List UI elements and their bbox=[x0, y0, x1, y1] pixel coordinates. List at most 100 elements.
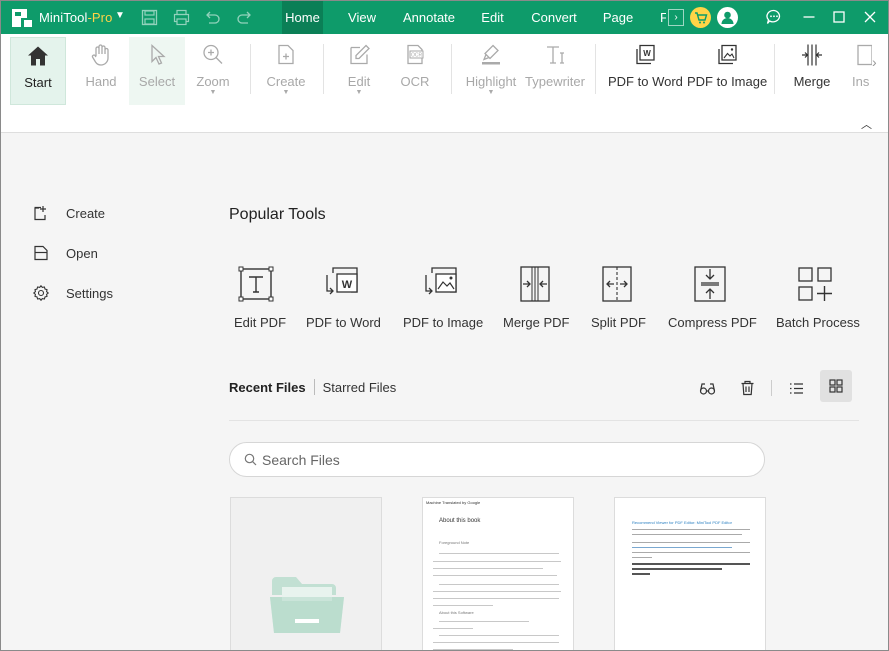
highlight-button[interactable]: Highlight ▼ bbox=[461, 37, 521, 105]
ribbon-separator bbox=[774, 44, 775, 94]
print-icon[interactable] bbox=[173, 9, 190, 26]
ocr-button[interactable]: OCR OCR bbox=[389, 37, 441, 105]
home-icon bbox=[28, 46, 48, 66]
insert-label: Ins bbox=[852, 74, 870, 89]
svg-text:W: W bbox=[342, 279, 353, 291]
minimize-icon[interactable] bbox=[800, 8, 818, 26]
redo-icon[interactable] bbox=[236, 9, 253, 26]
tab-starred-files[interactable]: Starred Files bbox=[323, 380, 397, 395]
tool-batch-process-label: Batch Process bbox=[776, 315, 860, 330]
hand-icon bbox=[91, 44, 109, 66]
start-label: Start bbox=[24, 75, 52, 90]
pdf-to-word-label: PDF to Word bbox=[608, 74, 683, 89]
create-label: Create bbox=[266, 74, 306, 89]
app-window: MiniTool-Pro ▼ Home View Annotate Edit C… bbox=[0, 0, 889, 651]
merge-label: Merge bbox=[793, 74, 831, 89]
hand-button[interactable]: Hand bbox=[73, 37, 129, 105]
file-card-recent-2[interactable]: Recommend Viewer for PDF Editor: MiniToo… bbox=[614, 497, 766, 650]
svg-text:OCR: OCR bbox=[411, 53, 423, 59]
folder-icon bbox=[270, 577, 344, 633]
file-card-recent-1[interactable]: Machine Translated by Google About this … bbox=[422, 497, 574, 650]
typewriter-button[interactable]: Typewriter bbox=[525, 37, 585, 105]
collapse-ribbon-icon[interactable]: ︿ bbox=[861, 116, 872, 132]
insert-button[interactable]: Ins bbox=[846, 37, 872, 105]
zoom-label: Zoom bbox=[196, 74, 230, 89]
compare-files-button[interactable] bbox=[694, 375, 720, 401]
tool-edit-pdf-label: Edit PDF bbox=[234, 315, 287, 330]
user-avatar-icon[interactable] bbox=[717, 7, 738, 28]
ribbon-scroll-right-icon[interactable]: › bbox=[872, 54, 884, 84]
menu-view[interactable]: View bbox=[344, 1, 380, 34]
doc3-title: Recommend Viewer for PDF Editor: MiniToo… bbox=[632, 520, 732, 525]
tool-edit-pdf[interactable]: Edit PDF bbox=[234, 265, 287, 330]
search-box[interactable] bbox=[229, 442, 765, 477]
list-view-button[interactable] bbox=[783, 375, 809, 401]
merge-button[interactable]: Merge bbox=[787, 37, 837, 105]
app-name: MiniTool bbox=[39, 10, 88, 25]
menu-more[interactable]: F bbox=[660, 1, 666, 34]
menu-home[interactable]: Home bbox=[282, 1, 323, 34]
save-icon[interactable] bbox=[141, 9, 158, 26]
app-menu-dropdown-icon[interactable]: ▼ bbox=[115, 10, 125, 21]
merge-icon bbox=[802, 44, 822, 66]
sidebar-open-label: Open bbox=[66, 245, 98, 261]
pdf-to-word-button[interactable]: W PDF to Word bbox=[608, 37, 683, 105]
ocr-label: OCR bbox=[400, 74, 430, 89]
menu-page[interactable]: Page bbox=[602, 1, 634, 34]
start-page: Create Open Settings Popular Tools Edit … bbox=[1, 133, 888, 650]
tab-recent-files[interactable]: Recent Files bbox=[229, 380, 306, 395]
tool-pdf-to-word[interactable]: W PDF to Word bbox=[306, 265, 381, 330]
toolbar-divider bbox=[771, 380, 772, 396]
tool-merge-pdf[interactable]: Merge PDF bbox=[503, 265, 570, 330]
edit-icon bbox=[350, 44, 370, 65]
tool-batch-process[interactable]: Batch Process bbox=[776, 265, 860, 330]
app-edition: -Pro bbox=[87, 10, 113, 25]
menu-annotate[interactable]: Annotate bbox=[401, 1, 457, 34]
zoom-icon bbox=[203, 44, 223, 64]
menu-scroll-right-icon[interactable]: › bbox=[668, 9, 684, 26]
sidebar-settings-label: Settings bbox=[66, 285, 113, 301]
tool-split-pdf[interactable]: Split PDF bbox=[591, 265, 646, 330]
create-file-icon bbox=[34, 206, 46, 221]
start-button[interactable]: Start bbox=[10, 37, 66, 105]
tool-merge-pdf-label: Merge PDF bbox=[503, 315, 570, 330]
cart-icon[interactable] bbox=[690, 7, 711, 28]
sidebar-item-settings[interactable]: Settings bbox=[32, 283, 113, 303]
tool-pdf-to-image[interactable]: PDF to Image bbox=[403, 265, 483, 330]
select-button[interactable]: Select bbox=[129, 37, 185, 105]
ocr-icon: OCR bbox=[407, 44, 424, 65]
tool-pdf-to-word-label: PDF to Word bbox=[306, 315, 381, 330]
divider bbox=[229, 420, 859, 421]
create-button[interactable]: Create ▼ bbox=[258, 37, 314, 105]
edit-button[interactable]: Edit ▼ bbox=[331, 37, 387, 105]
split-pdf-icon bbox=[602, 266, 632, 302]
doc2-section: Foreground Note bbox=[439, 540, 470, 545]
undo-icon[interactable] bbox=[204, 9, 221, 26]
tab-divider bbox=[313, 379, 315, 395]
grid-view-icon bbox=[829, 379, 843, 393]
cursor-icon bbox=[151, 44, 166, 65]
typewriter-icon bbox=[547, 46, 564, 64]
highlighter-icon bbox=[482, 44, 500, 65]
zoom-button[interactable]: Zoom ▼ bbox=[185, 37, 241, 105]
grid-view-button[interactable] bbox=[820, 370, 852, 402]
insert-icon bbox=[857, 44, 872, 66]
tool-split-pdf-label: Split PDF bbox=[591, 315, 646, 330]
menu-edit[interactable]: Edit bbox=[479, 1, 506, 34]
svg-text:W: W bbox=[643, 49, 651, 58]
sidebar-item-open[interactable]: Open bbox=[32, 243, 98, 263]
tool-compress-pdf[interactable]: Compress PDF bbox=[668, 265, 757, 330]
menu-convert[interactable]: Convert bbox=[529, 1, 579, 34]
pdf-to-image-button[interactable]: PDF to Image bbox=[687, 37, 767, 105]
delete-files-button[interactable] bbox=[734, 375, 760, 401]
ribbon-separator bbox=[595, 44, 596, 94]
feedback-icon[interactable] bbox=[765, 8, 783, 26]
glasses-icon bbox=[699, 382, 715, 395]
search-input[interactable] bbox=[262, 451, 742, 468]
close-icon[interactable] bbox=[861, 8, 879, 26]
file-card-open-folder[interactable] bbox=[230, 497, 382, 650]
sidebar-item-create[interactable]: Create bbox=[32, 203, 105, 223]
search-icon bbox=[244, 453, 257, 466]
maximize-icon[interactable] bbox=[830, 8, 848, 26]
title-bar: MiniTool-Pro ▼ Home View Annotate Edit C… bbox=[1, 1, 888, 34]
